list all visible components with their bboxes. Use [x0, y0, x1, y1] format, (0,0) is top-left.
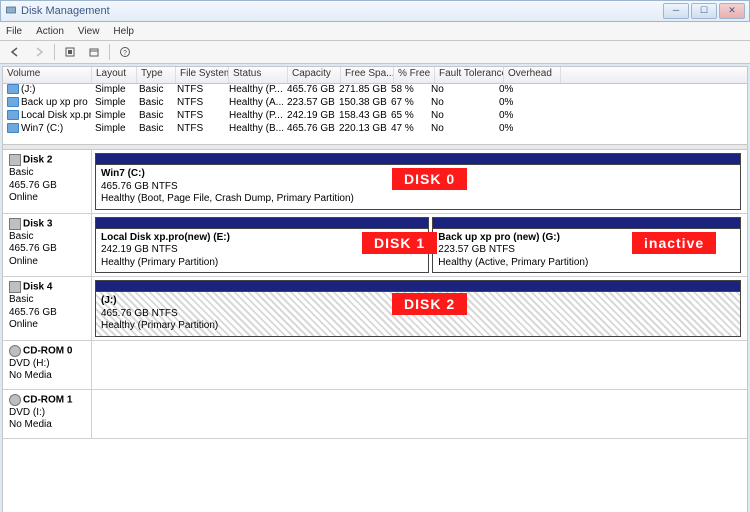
volume-table-body: (J:)SimpleBasicNTFSHealthy (P...465.76 G… — [3, 84, 747, 144]
table-row[interactable]: Back up xp pro (ne...SimpleBasicNTFSHeal… — [3, 97, 747, 110]
menu-file[interactable]: File — [6, 26, 22, 37]
forward-button[interactable] — [28, 42, 50, 62]
col-faulttol[interactable]: Fault Tolerance — [435, 67, 504, 83]
app-icon — [5, 4, 17, 19]
close-button[interactable]: ✕ — [719, 3, 745, 19]
maximize-button[interactable]: ☐ — [691, 3, 717, 19]
disk-label[interactable]: Disk 4Basic465.76 GBOnline — [3, 277, 92, 340]
drive-icon — [7, 84, 19, 94]
drive-icon — [7, 97, 19, 107]
back-button[interactable] — [4, 42, 26, 62]
titlebar: Disk Management ─ ☐ ✕ — [0, 0, 750, 22]
menu-help[interactable]: Help — [113, 26, 134, 37]
disk-icon — [9, 281, 21, 293]
col-layout[interactable]: Layout — [92, 67, 137, 83]
col-type[interactable]: Type — [137, 67, 176, 83]
disk-label[interactable]: Disk 2Basic465.76 GBOnline — [3, 150, 92, 213]
partition-header-bar — [96, 281, 740, 292]
table-row[interactable]: Win7 (C:)SimpleBasicNTFSHealthy (B...465… — [3, 123, 747, 136]
menu-action[interactable]: Action — [36, 26, 64, 37]
disk-label[interactable]: CD-ROM 0DVD (H:)No Media — [3, 341, 92, 389]
annotation-label: DISK 2 — [392, 293, 467, 315]
cdrom-icon — [9, 345, 21, 357]
partition-header-bar — [96, 154, 740, 165]
col-filesystem[interactable]: File System — [176, 67, 229, 83]
col-overhead[interactable]: Overhead — [504, 67, 561, 83]
disk-row: Disk 4Basic465.76 GBOnline(J:)465.76 GB … — [3, 277, 747, 341]
disk-graphical-view: Disk 2Basic465.76 GBOnlineWin7 (C:)465.7… — [3, 150, 747, 512]
volume-table-header: Volume Layout Type File System Status Ca… — [3, 67, 747, 84]
disk-label[interactable]: CD-ROM 1DVD (I:)No Media — [3, 390, 92, 438]
col-status[interactable]: Status — [229, 67, 288, 83]
refresh-button[interactable] — [59, 42, 81, 62]
disk-partitions: Win7 (C:)465.76 GB NTFSHealthy (Boot, Pa… — [92, 150, 747, 213]
col-volume[interactable]: Volume — [3, 67, 92, 83]
col-freespace[interactable]: Free Spa... — [341, 67, 394, 83]
disk-partitions — [92, 341, 747, 389]
disk-partitions — [92, 390, 747, 438]
minimize-button[interactable]: ─ — [663, 3, 689, 19]
toolbar: ? — [0, 41, 750, 64]
content-area: Volume Layout Type File System Status Ca… — [2, 66, 748, 512]
disk-row: CD-ROM 0DVD (H:)No Media — [3, 341, 747, 390]
col-pctfree[interactable]: % Free — [394, 67, 435, 83]
properties-button[interactable] — [83, 42, 105, 62]
cdrom-icon — [9, 394, 21, 406]
disk-label[interactable]: Disk 3Basic465.76 GBOnline — [3, 214, 92, 277]
annotation-label: DISK 0 — [392, 168, 467, 190]
partition-header-bar — [96, 218, 428, 229]
table-row[interactable]: Local Disk xp.pro(...SimpleBasicNTFSHeal… — [3, 110, 747, 123]
disk-row: Disk 2Basic465.76 GBOnlineWin7 (C:)465.7… — [3, 150, 747, 214]
annotation-label: DISK 1 — [362, 232, 437, 254]
svg-text:?: ? — [123, 50, 127, 57]
disk-row: CD-ROM 1DVD (I:)No Media — [3, 390, 747, 439]
drive-icon — [7, 110, 19, 120]
col-capacity[interactable]: Capacity — [288, 67, 341, 83]
menu-view[interactable]: View — [78, 26, 100, 37]
disk-partitions: Local Disk xp.pro(new) (E:)242.19 GB NTF… — [92, 214, 747, 277]
drive-icon — [7, 123, 19, 133]
disk-row: Disk 3Basic465.76 GBOnlineLocal Disk xp.… — [3, 214, 747, 278]
disk-partitions: (J:)465.76 GB NTFSHealthy (Primary Parti… — [92, 277, 747, 340]
window-title: Disk Management — [21, 5, 110, 17]
disk-icon — [9, 154, 21, 166]
menubar: File Action View Help — [0, 22, 750, 41]
help-button[interactable]: ? — [114, 42, 136, 62]
table-row[interactable]: (J:)SimpleBasicNTFSHealthy (P...465.76 G… — [3, 84, 747, 97]
disk-icon — [9, 218, 21, 230]
annotation-label: inactive — [632, 232, 716, 254]
partition-header-bar — [433, 218, 740, 229]
